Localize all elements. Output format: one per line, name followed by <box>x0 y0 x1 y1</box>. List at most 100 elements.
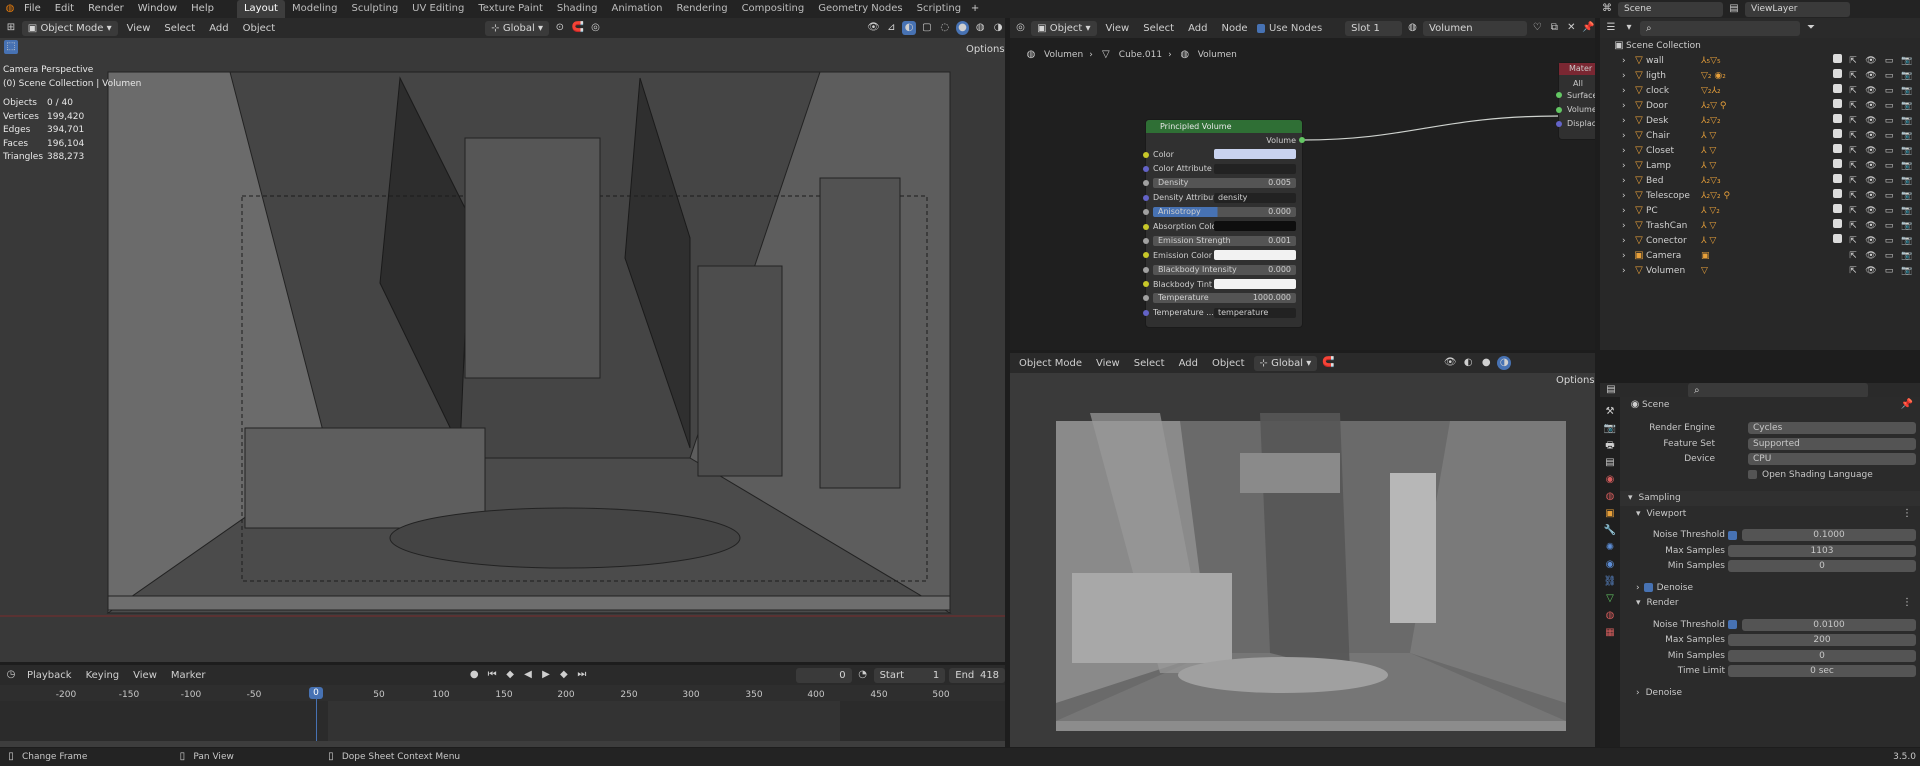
unlink-material-icon[interactable]: ✕ <box>1565 21 1578 35</box>
attribute-name-field[interactable] <box>1214 163 1296 174</box>
expand-arrow-icon[interactable]: › <box>1622 161 1632 171</box>
outliner-item[interactable]: › ▽ Chair ⅄ ▽ ⇱ 👁 ▭ 📷 <box>1600 128 1920 143</box>
outliner-item-name[interactable]: Camera <box>1646 251 1701 261</box>
viewport2-solid-icon[interactable]: ● <box>1479 356 1493 370</box>
select-icon[interactable]: ⇱ <box>1846 249 1860 263</box>
exclude-checkbox[interactable] <box>1833 53 1842 63</box>
outliner-item-data-icons[interactable]: ⅄₂▽₃ <box>1701 176 1791 186</box>
exclude-checkbox[interactable] <box>1833 68 1842 78</box>
timeline-scrollbar[interactable] <box>0 741 1005 747</box>
node-value-field[interactable]: Emission Strength 0.001 <box>1153 235 1296 246</box>
outliner-item[interactable]: › ▽ Volumen ▽ ⇱ 👁 ▭ 📷 <box>1600 263 1920 278</box>
outliner-item-data-icons[interactable]: ⅄ ▽ <box>1701 221 1791 231</box>
node-menu-node[interactable]: Node <box>1216 23 1252 34</box>
select-icon[interactable]: ⇱ <box>1846 129 1860 143</box>
outliner-item-name[interactable]: Conector <box>1646 236 1701 246</box>
outliner-item[interactable]: › ▽ Conector ⅄ ▽ ⇱ 👁 ▭ 📷 <box>1600 233 1920 248</box>
viewport-rendered[interactable]: Options <box>1010 373 1595 747</box>
tool-tab-icon[interactable]: ⚒ <box>1603 405 1617 419</box>
material-output-node[interactable]: Mater All Surface Volume Displace <box>1556 62 1595 140</box>
viewport2-snap-icon[interactable]: 🧲 <box>1321 356 1335 370</box>
node-input-row[interactable]: Emission Strength 0.001 <box>1143 234 1302 248</box>
duplicate-material-icon[interactable]: ⧉ <box>1548 21 1561 35</box>
pin-icon[interactable]: 📌 <box>1582 21 1595 35</box>
timeline-editor-icon[interactable]: ◷ <box>4 668 18 682</box>
record-icon[interactable]: ● <box>467 668 481 682</box>
eye-icon[interactable]: 👁 <box>1864 219 1878 233</box>
max-samples-field[interactable]: 1103 <box>1728 544 1916 557</box>
render-noise-threshold-field[interactable]: 0.0100 <box>1742 618 1916 631</box>
material-tab-icon[interactable]: ◍ <box>1603 609 1617 623</box>
input-socket[interactable] <box>1143 151 1149 158</box>
select-icon[interactable]: ⇱ <box>1846 159 1860 173</box>
expand-arrow-icon[interactable]: › <box>1622 191 1632 201</box>
orientation-selector[interactable]: ⊹ Global ▾ <box>485 20 549 36</box>
select-icon[interactable]: ⇱ <box>1846 69 1860 83</box>
menu-file[interactable]: File <box>17 0 48 18</box>
outliner-item[interactable]: › ▽ wall ⅄₅▽₅ ⇱ 👁 ▭ 📷 <box>1600 53 1920 68</box>
node-input-row[interactable]: Color Attribute <box>1143 162 1302 176</box>
rendered-shading-icon[interactable]: ◑ <box>991 21 1005 35</box>
exclude-checkbox[interactable] <box>1833 83 1842 93</box>
use-nodes-checkbox[interactable] <box>1256 23 1265 33</box>
expand-arrow-icon[interactable]: › <box>1622 146 1632 156</box>
input-socket[interactable] <box>1143 266 1149 273</box>
menu-playback[interactable]: Playback <box>22 670 77 681</box>
expand-arrow-icon[interactable]: › <box>1622 116 1632 126</box>
eye-icon[interactable]: 👁 <box>1864 69 1878 83</box>
exclude-checkbox[interactable] <box>1833 233 1842 243</box>
outliner-item-data-icons[interactable]: ▽ <box>1701 266 1791 276</box>
world-tab-icon[interactable]: ◍ <box>1603 490 1617 504</box>
outliner-item[interactable]: › ▽ ligth ▽₂ ◉₂ ⇱ 👁 ▭ 📷 <box>1600 68 1920 83</box>
visibility-icon[interactable]: 👁 <box>867 21 881 35</box>
input-socket[interactable] <box>1143 180 1149 187</box>
camera-icon[interactable]: 📷 <box>1900 69 1914 83</box>
properties-editor-icon[interactable]: ▤ <box>1604 383 1618 397</box>
particles-tab-icon[interactable]: ✺ <box>1603 541 1617 555</box>
min-samples-field[interactable]: 0 <box>1728 560 1916 573</box>
node-input-row[interactable]: Anisotropy 0.000 <box>1143 205 1302 219</box>
outliner-item[interactable]: › ▽ Telescope ⅄₂▽₂ ⚲ ⇱ 👁 ▭ 📷 <box>1600 188 1920 203</box>
slot-selector[interactable]: Slot 1 <box>1345 20 1402 36</box>
camera-icon[interactable]: 📷 <box>1900 219 1914 233</box>
camera-icon[interactable]: 📷 <box>1900 99 1914 113</box>
viewport-subpanel-header[interactable]: ▾ Viewport ⋮ <box>1620 506 1920 522</box>
outliner-item[interactable]: › ▽ Closet ⅄ ▽ ⇱ 👁 ▭ 📷 <box>1600 143 1920 158</box>
select-icon[interactable]: ⇱ <box>1846 204 1860 218</box>
next-key-icon[interactable]: ◆ <box>557 668 571 682</box>
texture-tab-icon[interactable]: ▦ <box>1603 626 1617 640</box>
tab-modeling[interactable]: Modeling <box>285 0 345 18</box>
drag-handle-icon[interactable]: ⋮ <box>1900 507 1914 521</box>
prev-key-icon[interactable]: ◆ <box>503 668 517 682</box>
end-frame-field[interactable]: End 418 <box>949 667 1005 683</box>
viewport-icon[interactable]: ▭ <box>1882 159 1896 173</box>
modifier-tab-icon[interactable]: 🔧 <box>1603 524 1617 538</box>
overlay-icon[interactable]: ◐ <box>902 21 916 35</box>
expand-arrow-icon[interactable]: › <box>1622 56 1632 66</box>
xray-icon[interactable]: ▢ <box>920 21 934 35</box>
eye-icon[interactable]: 👁 <box>1864 204 1878 218</box>
outliner-item-data-icons[interactable]: ⅄₂▽₂ ⚲ <box>1701 191 1791 201</box>
viewlayer-selector[interactable]: ViewLayer <box>1745 1 1850 17</box>
tab-shading[interactable]: Shading <box>550 0 605 18</box>
node-editor-canvas[interactable]: ◍ Volumen › ▽ Cube.011 › ◍ Volumen Mater… <box>1010 38 1595 350</box>
start-frame-field[interactable]: Start 1 <box>873 667 946 683</box>
eye-icon[interactable]: 👁 <box>1864 84 1878 98</box>
node-input-row[interactable]: Emission Color <box>1143 248 1302 262</box>
timeline-ruler[interactable]: -200 -150 -100 -50 50 100 150 200 250 30… <box>0 685 1005 701</box>
outliner-item-name[interactable]: clock <box>1646 86 1701 96</box>
outliner-display-mode-icon[interactable]: ▾ <box>1622 21 1636 35</box>
outliner-item-name[interactable]: Telescope <box>1646 191 1701 201</box>
select-icon[interactable]: ⇱ <box>1846 234 1860 248</box>
viewport2-mode[interactable]: Object Mode <box>1014 358 1087 369</box>
attribute-name-field[interactable]: density <box>1214 192 1296 203</box>
camera-icon[interactable]: 📷 <box>1900 144 1914 158</box>
select-icon[interactable]: ⇱ <box>1846 99 1860 113</box>
eye-icon[interactable]: 👁 <box>1864 189 1878 203</box>
output-target[interactable]: All <box>1559 75 1595 88</box>
properties-search[interactable]: ⌕ <box>1688 382 1868 398</box>
pin-properties-icon[interactable]: 📌 <box>1900 398 1914 412</box>
expand-arrow-icon[interactable]: › <box>1622 266 1632 276</box>
denoise-render-header[interactable]: › Denoise <box>1620 685 1920 701</box>
exclude-checkbox[interactable] <box>1833 98 1842 108</box>
